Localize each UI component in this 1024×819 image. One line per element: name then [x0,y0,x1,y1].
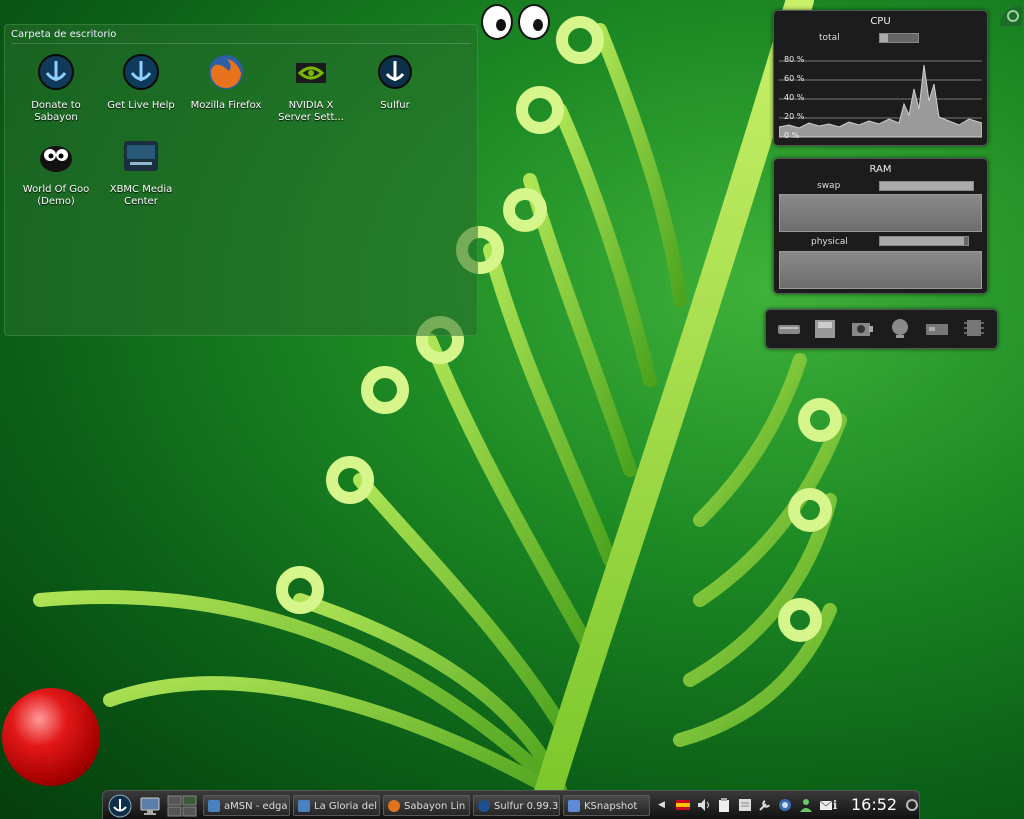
cpu-tick-80: 80 % [784,55,805,64]
pupil [496,19,506,31]
desktop-icon-label: Sulfur [380,100,410,111]
desktop-icon-xbmc[interactable]: XBMC Media Center [99,137,183,208]
task-label: KSnapshot [584,801,638,812]
desktop-icon-live-help[interactable]: Get Live Help [99,53,183,112]
sulfur-icon [478,800,490,812]
task-label: Sulfur 0.99.3 [494,801,559,812]
red-ball-decoration [2,688,100,786]
task-sulfur[interactable]: Sulfur 0.99.3 [473,795,560,816]
desktop-icon-label: Mozilla Firefox [190,100,262,111]
network-card-icon[interactable] [924,318,950,340]
keyboard-layout-flag-icon[interactable] [676,798,690,812]
task-amsn[interactable]: aMSN - edga [203,795,290,816]
firefox-icon [209,55,243,89]
physical-history-graph [779,251,982,289]
swap-history-graph [779,194,982,232]
sabayon-help-icon [123,54,159,90]
task-label: Sabayon Lin [404,801,466,812]
cpu-tick-60: 60 % [784,74,805,83]
pager-icon[interactable] [167,795,197,817]
amsn-chat-icon [298,800,310,812]
desktop-folder-widget[interactable]: Carpeta de escritorio Donate to Sabayon G… [4,24,478,336]
cpu-total-bar-fill [880,34,888,42]
sulfur-icon [378,55,412,89]
globe-icon[interactable] [887,317,913,339]
clipboard-icon[interactable] [717,798,731,812]
notes-icon[interactable] [738,798,752,812]
messenger-status-icon[interactable] [799,798,813,812]
nvidia-icon [296,63,326,83]
cpu-title: CPU [870,16,891,27]
desktop-icon-label: Donate to Sabayon [31,100,81,123]
clock[interactable]: 16:52 [851,795,897,815]
physical-label: physical [811,237,848,247]
cpu-history-graph: 80 % 60 % 40 % 20 % 0 % [779,49,982,140]
info-icon[interactable]: ℹ [825,795,845,816]
volume-icon[interactable] [697,798,711,812]
xbmc-icon [124,141,158,171]
ram-monitor-widget[interactable]: RAM swap physical [773,158,988,294]
cpu-tick-40: 40 % [784,93,805,102]
task-ksnapshot[interactable]: KSnapshot [563,795,650,816]
physical-bar [879,236,969,246]
ksnapshot-icon [568,800,580,812]
desktop-icon-label: Get Live Help [107,100,175,111]
webcam-icon[interactable] [849,318,875,340]
desktop-icon-label: NVIDIA X Server Sett... [278,100,344,123]
eyes-widget-left-eye [481,4,513,40]
memory-chip-icon[interactable] [961,317,987,339]
floppy-drive-icon[interactable] [812,318,838,340]
task-la-gloria[interactable]: La Gloria del [293,795,380,816]
desktop-icon-label: World Of Goo (Demo) [22,184,90,207]
swap-label: swap [817,181,841,191]
plasma-toolbox-icon[interactable] [1000,6,1022,28]
eyes-widget-right-eye [518,4,550,40]
cpu-monitor-widget[interactable]: CPU total 80 % 60 % 40 % 20 % 0 % [773,10,988,146]
folder-title-divider [11,43,471,44]
update-notifier-icon[interactable] [778,798,792,812]
sabayon-icon [38,54,74,90]
hard-drive-icon[interactable] [776,318,802,340]
taskbar: aMSN - edga La Gloria del Sabayon Lin Su… [102,790,920,819]
swap-bar-fill [880,182,973,190]
task-sabayon-linux[interactable]: Sabayon Lin [383,795,470,816]
desktop-icon-nvidia[interactable]: NVIDIA X Server Sett... [269,53,353,124]
device-panel-widget[interactable] [765,309,998,349]
cpu-tick-0: 0 % [784,131,800,140]
folder-title: Carpeta de escritorio [11,29,117,40]
tray-expand-arrow-icon[interactable]: ◀ [658,795,668,816]
cpu-total-label: total [819,33,840,43]
pupil [533,19,543,31]
desktop-icon-firefox[interactable]: Mozilla Firefox [184,53,268,112]
panel-toolbox-icon[interactable] [903,794,919,816]
cpu-total-bar [879,33,919,43]
desktop-icon-label: XBMC Media Center [109,184,173,207]
cpu-tick-20: 20 % [784,112,805,121]
desktop-icon-donate[interactable]: Donate to Sabayon [14,53,98,124]
task-label: aMSN - edga [224,801,288,812]
desktop-icon-sulfur[interactable]: Sulfur [353,53,437,112]
network-tool-icon[interactable] [758,798,772,812]
physical-bar-fill [880,237,964,245]
kickoff-menu-icon[interactable] [108,794,132,818]
swap-bar [879,181,974,191]
task-label: La Gloria del [314,801,377,812]
show-desktop-icon[interactable] [139,795,161,817]
amsn-icon [208,800,220,812]
world-of-goo-icon [40,146,72,172]
firefox-icon [388,800,400,812]
desktop-icon-world-of-goo[interactable]: World Of Goo (Demo) [14,137,98,208]
ram-title: RAM [869,164,892,175]
